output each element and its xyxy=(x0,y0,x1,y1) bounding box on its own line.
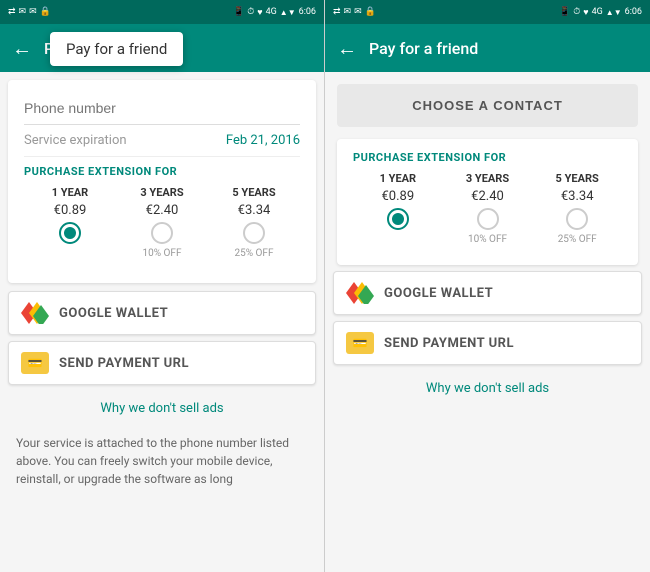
year-label-5: 5 YEARS xyxy=(232,186,275,199)
status-bar-left: ⇄✉✉🔒 📱⏱♥4G▲▼6:06 xyxy=(0,0,324,24)
year-label-3: 3 YEARS xyxy=(140,186,183,199)
right-screen-content: CHOOSE A CONTACT PURCHASE EXTENSION FOR … xyxy=(325,72,650,572)
toolbar-right: ← Pay for a friend xyxy=(325,24,650,72)
year-price-1: €0.89 xyxy=(54,203,87,218)
left-screen: ⇄✉✉🔒 📱⏱♥4G▲▼6:06 ← Payment in... Pay for… xyxy=(0,0,325,572)
why-no-ads-link-right[interactable]: Why we don't sell ads xyxy=(325,371,650,406)
year-label-right-3: 3 YEARS xyxy=(466,172,509,185)
google-wallet-label-left: GOOGLE WALLET xyxy=(59,306,168,321)
year-price-right-1: €0.89 xyxy=(382,189,415,204)
radio-inner-right-1 xyxy=(392,213,404,225)
year-option-3[interactable]: 3 YEARS €2.40 10% OFF xyxy=(116,186,208,259)
radio-3[interactable] xyxy=(151,222,173,244)
status-left-icons-right: ⇄✉✉🔒 xyxy=(333,7,376,17)
discount-right-1 xyxy=(397,234,399,245)
toolbar-left: ← Payment in... Pay for a friend xyxy=(0,24,324,72)
left-screen-content: Service expiration Feb 21, 2016 PURCHASE… xyxy=(0,72,324,572)
year-option-right-3[interactable]: 3 YEARS €2.40 10% OFF xyxy=(443,172,533,245)
radio-right-5[interactable] xyxy=(566,208,588,230)
send-payment-button-left[interactable]: 💳 SEND PAYMENT URL xyxy=(8,341,316,385)
year-options-right: 1 YEAR €0.89 3 YEARS €2.40 10% OFF 5 Y xyxy=(353,172,622,245)
radio-right-1[interactable] xyxy=(387,208,409,230)
status-right-icons-right: 📱⏱♥4G▲▼6:06 xyxy=(559,7,642,18)
discount-1 xyxy=(69,248,71,259)
radio-1[interactable] xyxy=(59,222,81,244)
purchase-section-left: PURCHASE EXTENSION FOR 1 YEAR €0.89 3 YE… xyxy=(24,157,300,271)
status-bar-right: ⇄✉✉🔒 📱⏱♥4G▲▼6:06 xyxy=(325,0,650,24)
back-button-right[interactable]: ← xyxy=(337,36,357,61)
discount-3: 10% OFF xyxy=(143,248,182,259)
google-wallet-icon-left xyxy=(21,302,49,324)
google-wallet-label-right: GOOGLE WALLET xyxy=(384,286,493,301)
google-wallet-icon-right xyxy=(346,282,374,304)
main-card-left: Service expiration Feb 21, 2016 PURCHASE… xyxy=(8,80,316,283)
radio-right-3[interactable] xyxy=(477,208,499,230)
year-price-5: €3.34 xyxy=(238,203,271,218)
year-label-right-1: 1 YEAR xyxy=(380,172,416,185)
year-option-right-1[interactable]: 1 YEAR €0.89 xyxy=(353,172,443,245)
purchase-title-right: PURCHASE EXTENSION FOR xyxy=(353,151,622,164)
year-option-5[interactable]: 5 YEARS €3.34 25% OFF xyxy=(208,186,300,259)
year-label-1: 1 YEAR xyxy=(52,186,88,199)
send-payment-icon-right: 💳 xyxy=(346,332,374,354)
why-no-ads-link-left[interactable]: Why we don't sell ads xyxy=(0,391,324,426)
back-button-left[interactable]: ← xyxy=(12,36,32,61)
phone-number-input[interactable] xyxy=(24,92,300,125)
radio-inner-1 xyxy=(64,227,76,239)
footer-text-left: Your service is attached to the phone nu… xyxy=(0,426,324,496)
status-right-icons: 📱⏱♥4G▲▼6:06 xyxy=(233,7,316,18)
discount-right-3: 10% OFF xyxy=(468,234,507,245)
send-payment-label-right: SEND PAYMENT URL xyxy=(384,336,514,351)
service-expiry-date: Feb 21, 2016 xyxy=(226,133,300,148)
status-left-icons: ⇄✉✉🔒 xyxy=(8,7,51,17)
year-option-1[interactable]: 1 YEAR €0.89 xyxy=(24,186,116,259)
send-payment-icon-left: 💳 xyxy=(21,352,49,374)
discount-5: 25% OFF xyxy=(235,248,274,259)
purchase-title-left: PURCHASE EXTENSION FOR xyxy=(24,165,300,178)
send-payment-label-left: SEND PAYMENT URL xyxy=(59,356,189,371)
google-wallet-button-right[interactable]: GOOGLE WALLET xyxy=(333,271,642,315)
service-expiry-row: Service expiration Feb 21, 2016 xyxy=(24,125,300,157)
choose-contact-button[interactable]: CHOOSE A CONTACT xyxy=(337,84,638,127)
google-wallet-button-left[interactable]: GOOGLE WALLET xyxy=(8,291,316,335)
year-option-right-5[interactable]: 5 YEARS €3.34 25% OFF xyxy=(532,172,622,245)
send-payment-button-right[interactable]: 💳 SEND PAYMENT URL xyxy=(333,321,642,365)
service-expiry-label: Service expiration xyxy=(24,133,127,148)
purchase-card-right: PURCHASE EXTENSION FOR 1 YEAR €0.89 3 YE… xyxy=(337,139,638,265)
year-options-left: 1 YEAR €0.89 3 YEARS €2.40 10% OFF xyxy=(24,186,300,259)
radio-5[interactable] xyxy=(243,222,265,244)
year-price-right-5: €3.34 xyxy=(561,189,594,204)
discount-right-5: 25% OFF xyxy=(558,234,597,245)
year-price-right-3: €2.40 xyxy=(471,189,504,204)
tooltip-bubble: Pay for a friend xyxy=(50,32,183,66)
year-price-3: €2.40 xyxy=(146,203,179,218)
year-label-right-5: 5 YEARS xyxy=(556,172,599,185)
right-screen: ⇄✉✉🔒 📱⏱♥4G▲▼6:06 ← Pay for a friend CHOO… xyxy=(325,0,650,572)
toolbar-title-right: Pay for a friend xyxy=(369,39,478,58)
